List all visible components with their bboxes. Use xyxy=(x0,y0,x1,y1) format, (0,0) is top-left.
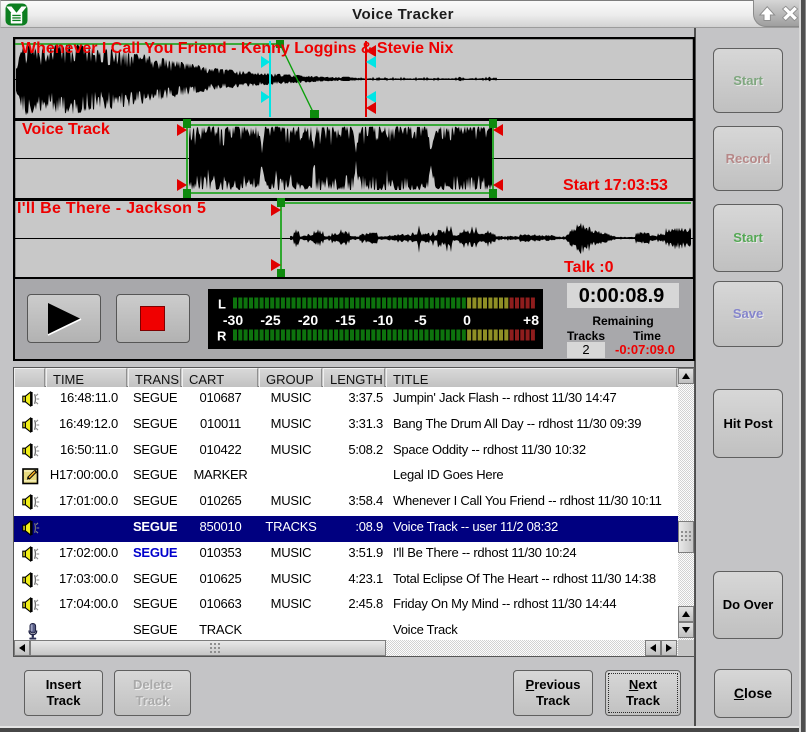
svg-text:-20: -20 xyxy=(298,312,318,328)
svg-text:-30: -30 xyxy=(223,312,243,328)
svg-text:0: 0 xyxy=(463,312,471,328)
svg-text:+8: +8 xyxy=(523,312,539,328)
svg-text:-15: -15 xyxy=(335,312,355,328)
svg-text:-25: -25 xyxy=(260,312,280,328)
svg-text:L: L xyxy=(218,297,226,312)
svg-text:-10: -10 xyxy=(373,312,393,328)
svg-text:R: R xyxy=(217,329,227,344)
svg-text:-5: -5 xyxy=(414,312,427,328)
